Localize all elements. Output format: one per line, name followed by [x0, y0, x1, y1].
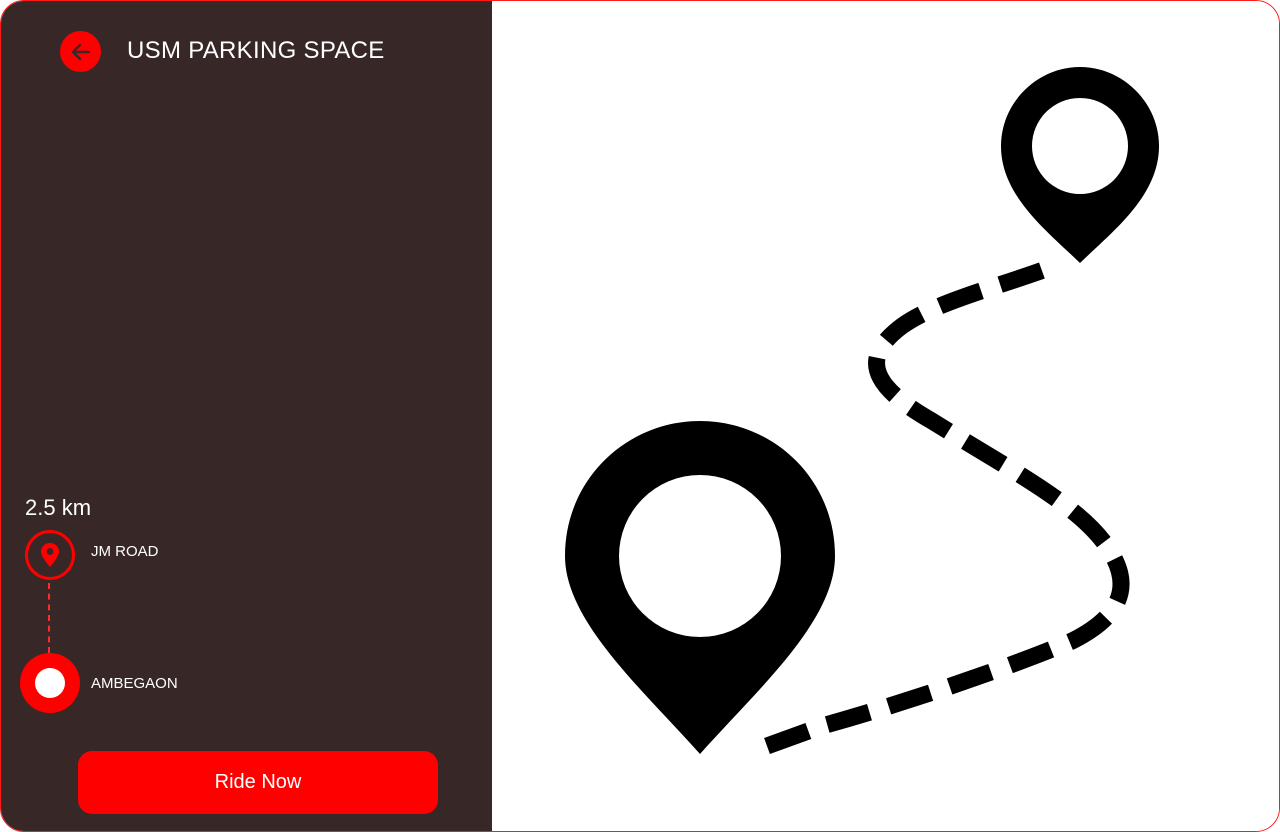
map-pin-large-icon — [565, 421, 835, 754]
trip-sidebar: USM PARKING SPACE 2.5 km JM ROAD AMBEGAO… — [1, 1, 492, 831]
map-area — [492, 1, 1279, 831]
origin-marker — [25, 530, 75, 580]
destination-marker — [20, 653, 80, 713]
route-connector — [48, 583, 50, 653]
location-pin-icon — [41, 543, 59, 567]
route-map-illustration — [565, 67, 1159, 754]
destination-dot-icon — [35, 668, 65, 698]
origin-label: JM ROAD — [91, 543, 159, 560]
trip-distance: 2.5 km — [25, 495, 92, 520]
page-title: USM PARKING SPACE — [127, 37, 385, 64]
destination-label: AMBEGAON — [91, 675, 178, 692]
arrow-left-icon — [71, 43, 90, 60]
map-pin-small-icon — [1001, 67, 1159, 263]
ride-now-button[interactable]: Ride Now — [78, 751, 438, 814]
back-button[interactable] — [60, 31, 101, 72]
app-window: USM PARKING SPACE 2.5 km JM ROAD AMBEGAO… — [0, 0, 1280, 832]
